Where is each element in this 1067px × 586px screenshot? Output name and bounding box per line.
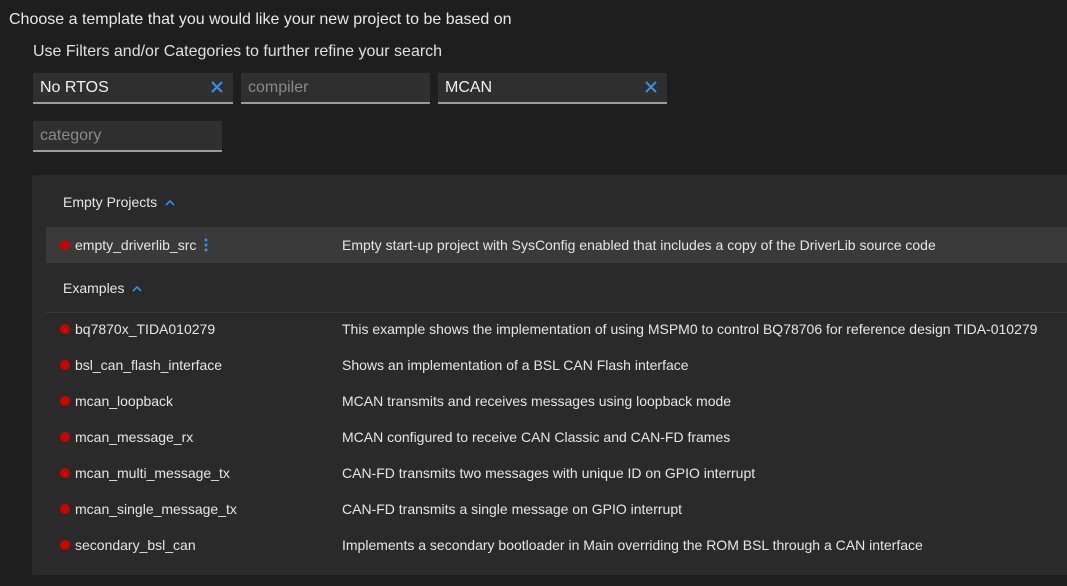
chevron-up-icon xyxy=(165,200,175,206)
rtos-filter-input[interactable] xyxy=(33,73,233,102)
template-row-mcan_loopback[interactable]: mcan_loopback MCAN transmits and receive… xyxy=(46,383,1067,419)
status-dot-icon xyxy=(60,504,70,514)
keyword-filter xyxy=(438,73,667,104)
template-description: MCAN configured to receive CAN Classic a… xyxy=(342,429,731,445)
template-row-bsl_can_flash_interface[interactable]: bsl_can_flash_interface Shows an impleme… xyxy=(46,347,1067,383)
status-dot-icon xyxy=(60,360,70,370)
filter-instructions: Use Filters and/or Categories to further… xyxy=(33,43,443,60)
rtos-filter xyxy=(33,73,233,104)
template-row-mcan_multi_message_tx[interactable]: mcan_multi_message_tx CAN-FD transmits t… xyxy=(46,455,1067,491)
template-description: CAN-FD transmits two messages with uniqu… xyxy=(342,465,756,481)
template-name: mcan_loopback xyxy=(75,393,174,409)
page-title: Choose a template that you would like yo… xyxy=(9,11,512,28)
keyword-filter-input[interactable] xyxy=(438,73,667,102)
template-name: bsl_can_flash_interface xyxy=(75,357,223,373)
template-row-mcan_message_rx[interactable]: mcan_message_rx MCAN configured to recei… xyxy=(46,419,1067,455)
template-name: bq7870x_TIDA010279 xyxy=(75,321,216,337)
compiler-filter xyxy=(241,73,430,104)
status-dot-icon xyxy=(60,324,70,334)
template-row-mcan_single_message_tx[interactable]: mcan_single_message_tx CAN-FD transmits … xyxy=(46,491,1067,527)
status-dot-icon xyxy=(60,540,70,550)
template-description: Empty start-up project with SysConfig en… xyxy=(342,237,936,253)
status-dot-icon xyxy=(60,468,70,478)
status-dot-icon xyxy=(60,240,70,250)
template-description: Implements a secondary bootloader in Mai… xyxy=(342,537,923,553)
more-vertical-icon[interactable] xyxy=(203,237,209,253)
template-list-panel: Empty Projects empty_driverlib_src Empty… xyxy=(32,175,1067,575)
close-icon[interactable] xyxy=(643,79,659,95)
group-label: Empty Projects xyxy=(63,194,158,210)
template-name: mcan_multi_message_tx xyxy=(75,465,230,481)
template-row-secondary_bsl_can[interactable]: secondary_bsl_can Implements a secondary… xyxy=(46,527,1067,563)
template-description: MCAN transmits and receives messages usi… xyxy=(342,393,732,409)
chevron-up-icon xyxy=(132,286,142,292)
status-dot-icon xyxy=(60,432,70,442)
group-label: Examples xyxy=(63,280,125,296)
category-filter xyxy=(33,121,222,152)
group-header-examples[interactable]: Examples xyxy=(63,280,142,296)
close-icon[interactable] xyxy=(209,79,225,95)
template-description: Shows an implementation of a BSL CAN Fla… xyxy=(342,357,689,373)
template-row-bq7870x_TIDA010279[interactable]: bq7870x_TIDA010279 This example shows th… xyxy=(46,311,1067,347)
template-name: empty_driverlib_src xyxy=(75,237,197,253)
compiler-filter-input[interactable] xyxy=(241,73,430,102)
template-name: mcan_message_rx xyxy=(75,429,194,445)
template-name: secondary_bsl_can xyxy=(75,537,196,553)
template-row-empty_driverlib_src[interactable]: empty_driverlib_src Empty start-up proje… xyxy=(46,227,1067,263)
group-header-empty-projects[interactable]: Empty Projects xyxy=(63,194,175,210)
template-name: mcan_single_message_tx xyxy=(75,501,237,517)
template-description: CAN-FD transmits a single message on GPI… xyxy=(342,501,683,517)
template-description: This example shows the implementation of… xyxy=(342,321,1038,337)
category-filter-input[interactable] xyxy=(33,121,222,150)
status-dot-icon xyxy=(60,396,70,406)
